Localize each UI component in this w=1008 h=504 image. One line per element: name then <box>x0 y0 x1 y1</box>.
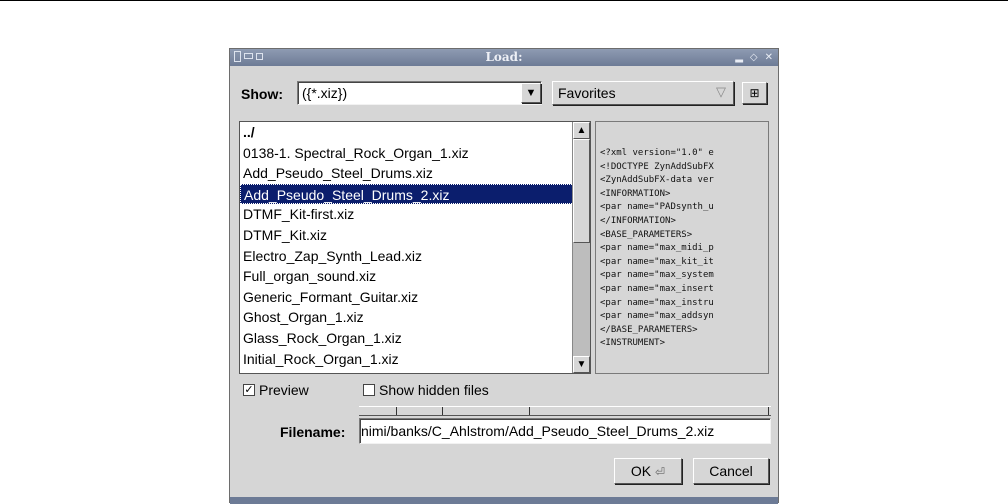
file-item[interactable]: Electro_Zap_Synth_Lead.xiz <box>240 246 590 267</box>
preview-checkbox[interactable]: ✓ Preview <box>243 382 309 398</box>
path-segment-divider <box>396 407 397 415</box>
favorites-label: Favorites <box>558 85 616 101</box>
preview-line: <par name="max_insert <box>600 283 714 294</box>
window-title: Load: <box>485 50 523 64</box>
path-segments-bar[interactable] <box>359 406 771 416</box>
cancel-label: Cancel <box>709 463 753 479</box>
path-segment-divider <box>768 407 769 415</box>
file-item[interactable]: Glass_Rock_Organ_1.xiz <box>240 328 590 349</box>
path-segment-divider <box>529 407 530 415</box>
scroll-down-button[interactable]: ▼ <box>573 356 590 373</box>
file-item[interactable]: DTMF_Kit-first.xiz <box>240 204 590 225</box>
preview-check-box[interactable]: ✓ <box>243 384 255 396</box>
close-icon[interactable]: ✕ <box>765 49 773 66</box>
ok-button[interactable]: OK ⏎ <box>614 458 682 484</box>
scroll-up-button[interactable]: ▲ <box>573 122 590 139</box>
preview-label: Preview <box>259 382 309 398</box>
filter-value: ({*.xiz}) <box>302 85 348 101</box>
stick-icon[interactable] <box>256 53 263 60</box>
show-label: Show: <box>241 86 283 102</box>
filter-select[interactable]: ({*.xiz}) <box>297 81 542 105</box>
top-border-line <box>0 0 1008 1</box>
file-item[interactable]: Initial_Rock_Organ_1.xiz <box>240 349 590 370</box>
preview-line: <?xml version="1.0" e <box>600 148 714 158</box>
preview-line: <par name="max_kit_it <box>600 256 714 267</box>
load-dialog: Load: ▂ ◇ ✕ Show: ({*.xiz}) ▼ Favorites … <box>229 48 779 504</box>
enter-key-icon: ⏎ <box>655 465 666 479</box>
maximize-icon[interactable]: ◇ <box>750 49 758 66</box>
minimize-icon[interactable]: ▂ <box>735 49 743 66</box>
preview-line: <par name="max_instru <box>600 297 714 308</box>
file-item[interactable]: 0138-1. Spectral_Rock_Organ_1.xiz <box>240 143 590 164</box>
preview-line: <BASE_PARAMETERS> <box>600 229 693 240</box>
filename-label: Filename: <box>280 424 346 440</box>
cancel-button[interactable]: Cancel <box>693 458 769 484</box>
preview-line: </BASE_PARAMETERS> <box>600 324 698 335</box>
preview-line: <par name="max_midi_p <box>600 243 714 254</box>
title-bar[interactable]: Load: ▂ ◇ ✕ <box>230 49 778 66</box>
window-menu-icons[interactable] <box>234 51 263 62</box>
favorites-dropdown-icon: ▽ <box>716 84 726 99</box>
show-hidden-label: Show hidden files <box>379 382 489 398</box>
filename-input[interactable]: nimi/banks/C_Ahlstrom/Add_Pseudo_Steel_D… <box>359 418 771 444</box>
chevron-down-icon: ▼ <box>525 87 537 99</box>
add-favorite-button[interactable]: ⊞ <box>742 82 767 104</box>
arrow-down-icon: ▼ <box>576 359 587 370</box>
filter-dropdown-button[interactable]: ▼ <box>521 83 541 103</box>
preview-line: <!DOCTYPE ZynAddSubFX <box>600 161 714 172</box>
show-hidden-checkbox[interactable]: Show hidden files <box>363 382 489 398</box>
file-preview-pane: <?xml version="1.0" e <!DOCTYPE ZynAddSu… <box>595 121 769 374</box>
ok-label: OK <box>630 463 652 479</box>
add-folder-icon: ⊞ <box>749 86 760 100</box>
scroll-thumb[interactable] <box>573 139 590 243</box>
file-item[interactable]: ../ <box>240 122 590 143</box>
show-hidden-check-box[interactable] <box>363 384 375 396</box>
file-item-selected[interactable]: Add_Pseudo_Steel_Drums_2.xiz <box>240 183 590 205</box>
file-item[interactable]: Add_Pseudo_Steel_Drums.xiz <box>240 163 590 184</box>
preview-line: <par name="PADsynth_u <box>600 202 714 213</box>
preview-line: <INFORMATION> <box>600 188 671 199</box>
file-list-scrollbar[interactable]: ▲ ▼ <box>572 122 590 373</box>
favorites-menu[interactable]: Favorites ▽ <box>552 81 734 105</box>
shade-icon[interactable] <box>244 53 253 59</box>
preview-line: <par name="max_addsyn <box>600 311 714 322</box>
file-list[interactable]: ../ 0138-1. Spectral_Rock_Organ_1.xiz Ad… <box>239 121 591 374</box>
arrow-up-icon: ▲ <box>576 125 587 136</box>
window-menu-icon[interactable] <box>234 51 241 62</box>
file-item[interactable]: Generic_Formant_Guitar.xiz <box>240 287 590 308</box>
file-item[interactable]: Full_organ_sound.xiz <box>240 266 590 287</box>
file-item[interactable]: Ghost_Organ_1.xiz <box>240 307 590 328</box>
path-segment-divider <box>442 407 443 415</box>
preview-line: <par name="max_system <box>600 270 714 281</box>
preview-line: <INSTRUMENT> <box>600 338 666 349</box>
preview-line: </INFORMATION> <box>600 215 676 226</box>
preview-line: <ZynAddSubFX-data ver <box>600 175 714 186</box>
file-item[interactable]: DTMF_Kit.xiz <box>240 225 590 246</box>
filename-value: nimi/banks/C_Ahlstrom/Add_Pseudo_Steel_D… <box>361 423 715 439</box>
